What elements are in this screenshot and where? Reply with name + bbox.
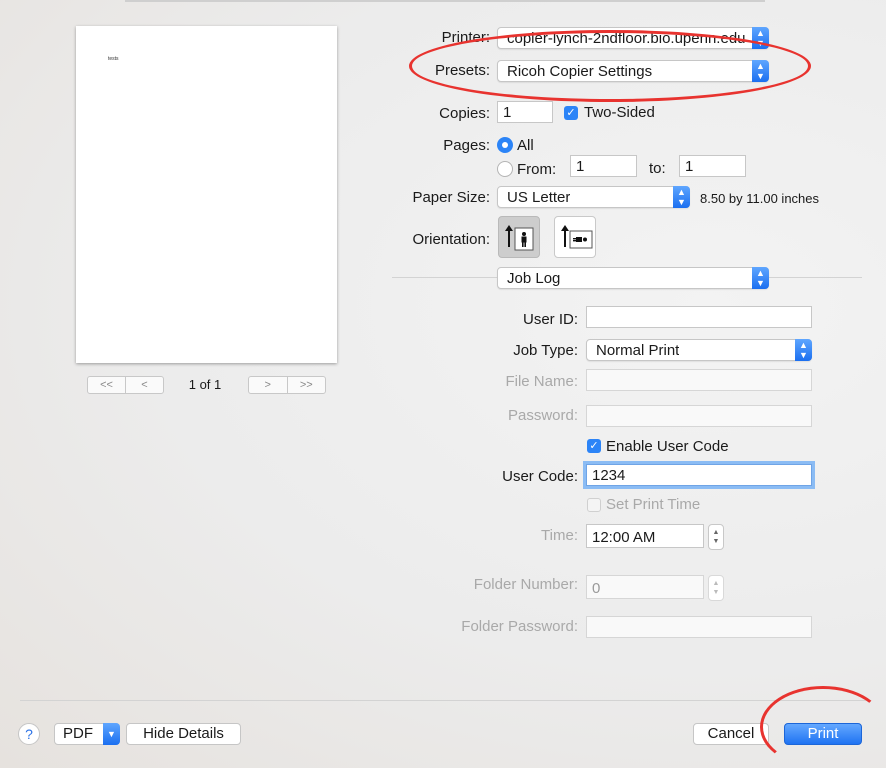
hide-details-button[interactable]: Hide Details [126, 723, 241, 745]
pages-from-field[interactable]: 1 [570, 155, 637, 177]
pages-to-field[interactable]: 1 [679, 155, 746, 177]
file-name-label: File Name: [505, 373, 578, 390]
user-code-label: User Code: [502, 468, 578, 485]
portrait-icon [505, 225, 534, 251]
prev-page-button[interactable]: < [125, 377, 163, 393]
pages-label: Pages: [443, 137, 490, 154]
pages-from-value: 1 [576, 158, 585, 175]
annotation-ellipse-presets [409, 30, 811, 102]
preview-text: tests [108, 56, 119, 62]
time-value: 12:00 AM [592, 529, 656, 546]
chevron-down-icon: ▼ [103, 723, 120, 745]
footer-separator [20, 700, 866, 701]
job-type-value: Normal Print [596, 342, 680, 359]
two-sided-label: Two-Sided [584, 104, 655, 121]
next-page-button[interactable]: > [249, 377, 287, 393]
pages-all-radio[interactable] [497, 137, 513, 153]
two-sided-checkbox[interactable]: ✓ [564, 106, 578, 120]
orientation-portrait-button[interactable] [498, 216, 540, 258]
set-print-time-label: Set Print Time [606, 496, 701, 513]
preview-nav-right: > >> [248, 376, 326, 394]
section-popup[interactable]: Job Log ▲ ▼ [497, 267, 769, 289]
pages-from-label: From: [517, 161, 557, 178]
landscape-icon [561, 225, 593, 249]
folder-number-field: 0 [586, 575, 704, 599]
copies-field[interactable]: 1 [497, 101, 553, 123]
set-print-time-checkbox [587, 498, 601, 512]
user-id-label: User ID: [522, 311, 578, 328]
section-value: Job Log [507, 270, 561, 287]
enable-user-code-label: Enable User Code [606, 438, 729, 455]
password-field [586, 405, 812, 427]
paper-dims: 8.50 by 11.00 inches [700, 191, 820, 206]
time-field: 12:00 AM [586, 524, 704, 548]
folder-number-stepper: ▲ ▼ [708, 575, 724, 601]
chevron-updown-icon: ▲ ▼ [795, 339, 812, 361]
job-type-popup[interactable]: Normal Print ▲ ▼ [586, 339, 812, 361]
job-type-label: Job Type: [513, 342, 578, 359]
annotation-ellipse-print [760, 686, 886, 768]
enable-user-code-checkbox[interactable]: ✓ [587, 439, 601, 453]
orientation-label: Orientation: [412, 231, 490, 248]
chevron-updown-icon: ▲ ▼ [752, 267, 769, 289]
copies-value: 1 [503, 104, 512, 121]
folder-number-value: 0 [592, 580, 601, 597]
help-button[interactable]: ? [18, 723, 40, 745]
first-page-button[interactable]: << [88, 377, 125, 393]
window-top-edge [125, 0, 765, 2]
user-code-field[interactable]: 1234 [586, 464, 812, 486]
cancel-button[interactable]: Cancel [693, 723, 769, 745]
pages-all-label: All [517, 137, 534, 154]
last-page-button[interactable]: >> [286, 377, 326, 393]
folder-password-label: Folder Password: [461, 618, 578, 635]
pages-to-label: to: [649, 160, 666, 177]
chevron-updown-icon: ▲ ▼ [673, 186, 690, 208]
time-stepper: ▲ ▼ [708, 524, 724, 550]
folder-number-label: Folder Number: [473, 576, 578, 593]
password-label: Password: [507, 407, 578, 424]
page-count: 1 of 1 [188, 377, 222, 392]
file-name-field [586, 369, 812, 391]
page-preview: tests [76, 26, 337, 363]
paper-size-value: US Letter [507, 189, 571, 206]
paper-size-popup[interactable]: US Letter ▲ ▼ [497, 186, 690, 208]
pages-to-value: 1 [685, 158, 694, 175]
user-id-field[interactable] [586, 306, 812, 328]
pdf-menu-button[interactable]: PDF ▼ [54, 723, 120, 745]
copies-label: Copies: [439, 105, 490, 122]
time-label: Time: [541, 527, 578, 544]
paper-size-label: Paper Size: [412, 189, 490, 206]
user-code-value: 1234 [592, 467, 626, 484]
pages-from-radio[interactable] [497, 161, 513, 177]
folder-password-field [586, 616, 812, 638]
orientation-landscape-button[interactable] [554, 216, 596, 258]
pdf-label: PDF [63, 725, 93, 742]
preview-nav-left: << < [87, 376, 164, 394]
